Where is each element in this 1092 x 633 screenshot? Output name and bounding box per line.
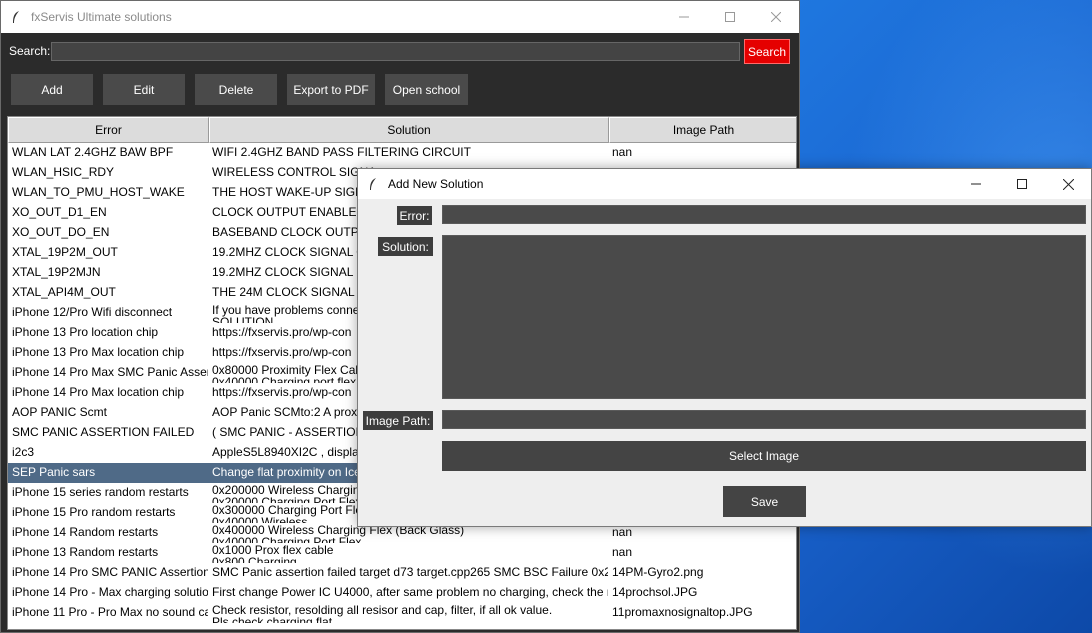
feather-icon bbox=[358, 177, 388, 191]
cell-error: iPhone 14 Pro Max location chip bbox=[12, 385, 185, 399]
main-titlebar[interactable]: fxServis Ultimate solutions bbox=[1, 1, 799, 33]
image-path-label: Image Path: bbox=[363, 411, 433, 430]
cell-solution-line: 0x40000 Charging Port Flex bbox=[212, 535, 362, 543]
main-window-title: fxServis Ultimate solutions bbox=[31, 10, 172, 24]
dialog-title: Add New Solution bbox=[388, 177, 484, 191]
save-button[interactable]: Save bbox=[723, 486, 806, 517]
open-school-button[interactable]: Open school bbox=[385, 74, 468, 105]
feather-icon bbox=[1, 10, 31, 24]
cell-error: AOP PANIC Scmt bbox=[12, 405, 107, 419]
cell-error: SMC PANIC ASSERTION FAILED bbox=[12, 425, 195, 439]
cell-image-path: 11promaxnosignaltop.JPG bbox=[612, 605, 753, 619]
solution-field[interactable] bbox=[442, 235, 1086, 399]
table-row[interactable]: iPhone 14 Pro - Max charging solution Fir… bbox=[8, 583, 796, 603]
cell-solution: SMC Panic assertion failed target d73 ta… bbox=[212, 565, 608, 579]
cell-error: XO_OUT_D1_EN bbox=[12, 205, 107, 219]
export-pdf-button[interactable]: Export to PDF bbox=[287, 74, 375, 105]
table-row[interactable]: iPhone 11 Pro - Pro Max no sound call Che… bbox=[8, 603, 796, 623]
table-row[interactable]: WLAN LAT 2.4GHZ BAW BPF WIFI 2.4GHZ BAND … bbox=[8, 143, 796, 163]
close-icon[interactable] bbox=[753, 1, 799, 33]
search-bar: Search: Search bbox=[1, 39, 799, 64]
dialog-titlebar[interactable]: Add New Solution bbox=[358, 169, 1091, 199]
cell-error: SEP Panic sars bbox=[12, 465, 96, 479]
cell-solution-line: 0x800 Charging bbox=[212, 555, 297, 563]
column-header-image-path[interactable]: Image Path bbox=[609, 117, 796, 143]
maximize-icon[interactable] bbox=[999, 169, 1045, 199]
table-header: Error Solution Image Path bbox=[8, 117, 796, 143]
cell-error: iPhone 15 series random restarts bbox=[12, 485, 189, 499]
cell-solution: First change Power IC U4000, after same … bbox=[212, 585, 608, 599]
error-field[interactable] bbox=[442, 205, 1086, 224]
cell-error: WLAN LAT 2.4GHZ BAW BPF bbox=[12, 145, 174, 159]
cell-error: iPhone 13 Pro location chip bbox=[12, 325, 159, 339]
cell-error: iPhone 14 Pro SMC PANIC Assertion bbox=[12, 565, 208, 579]
cell-image-path: nan bbox=[612, 545, 633, 559]
search-input[interactable] bbox=[51, 42, 740, 61]
solution-label: Solution: bbox=[378, 237, 433, 256]
cell-error: iPhone 11 Pro - Pro Max no sound call bbox=[12, 605, 208, 619]
cell-error: iPhone 14 Random restarts bbox=[12, 525, 159, 539]
column-header-error[interactable]: Error bbox=[8, 117, 209, 143]
cell-solution: WIFI 2.4GHZ BAND PASS FILTERING CIRCUIT bbox=[212, 145, 471, 159]
search-label: Search: bbox=[9, 44, 51, 58]
cell-error: iPhone 14 Pro Max SMC Panic Assertion bbox=[12, 365, 208, 379]
cell-error: WLAN_TO_PMU_HOST_WAKE bbox=[12, 185, 185, 199]
cell-error: iPhone 13 Random restarts bbox=[12, 545, 159, 559]
cell-image-path: 14PM-Gyro2.png bbox=[612, 565, 704, 579]
cell-solution: Check resistor, resolding all resisor an… bbox=[208, 603, 608, 623]
column-header-solution[interactable]: Solution bbox=[209, 117, 609, 143]
minimize-icon[interactable] bbox=[953, 169, 999, 199]
image-path-field[interactable] bbox=[442, 410, 1086, 429]
edit-button[interactable]: Edit bbox=[103, 74, 185, 105]
cell-solution-line: Pls check charging flat. bbox=[212, 615, 336, 623]
cell-error: iPhone 13 Pro Max location chip bbox=[12, 345, 185, 359]
close-icon[interactable] bbox=[1045, 169, 1091, 199]
cell-error: iPhone 15 Pro random restarts bbox=[12, 505, 176, 519]
cell-error: XO_OUT_DO_EN bbox=[12, 225, 110, 239]
cell-error: XTAL_19P2M_OUT bbox=[12, 245, 118, 259]
cell-error: XTAL_19P2MJN bbox=[12, 265, 101, 279]
minimize-icon[interactable] bbox=[661, 1, 707, 33]
delete-button[interactable]: Delete bbox=[195, 74, 277, 105]
maximize-icon[interactable] bbox=[707, 1, 753, 33]
add-solution-dialog: Add New Solution Error: Solution: Image … bbox=[357, 168, 1092, 527]
select-image-button[interactable]: Select Image bbox=[442, 441, 1086, 471]
search-button[interactable]: Search bbox=[744, 39, 790, 64]
cell-error: i2c3 bbox=[12, 445, 35, 459]
cell-solution: 0x1000 Prox flex cable 0x800 Charging bbox=[208, 543, 608, 563]
table-row[interactable]: iPhone 13 Random restarts 0x1000 Prox fle… bbox=[8, 543, 796, 563]
error-label: Error: bbox=[397, 206, 432, 225]
cell-image-path: nan bbox=[612, 145, 633, 159]
cell-error: iPhone 14 Pro - Max charging solution bbox=[12, 585, 208, 599]
table-row[interactable]: iPhone 14 Pro SMC PANIC Assertion SMC Pan… bbox=[8, 563, 796, 583]
cell-error: XTAL_API4M_OUT bbox=[12, 285, 116, 299]
add-button[interactable]: Add bbox=[11, 74, 93, 105]
cell-error: WLAN_HSIC_RDY bbox=[12, 165, 115, 179]
cell-error: iPhone 12/Pro Wifi disconnect bbox=[12, 305, 173, 319]
cell-image-path: 14prochsol.JPG bbox=[612, 585, 698, 599]
